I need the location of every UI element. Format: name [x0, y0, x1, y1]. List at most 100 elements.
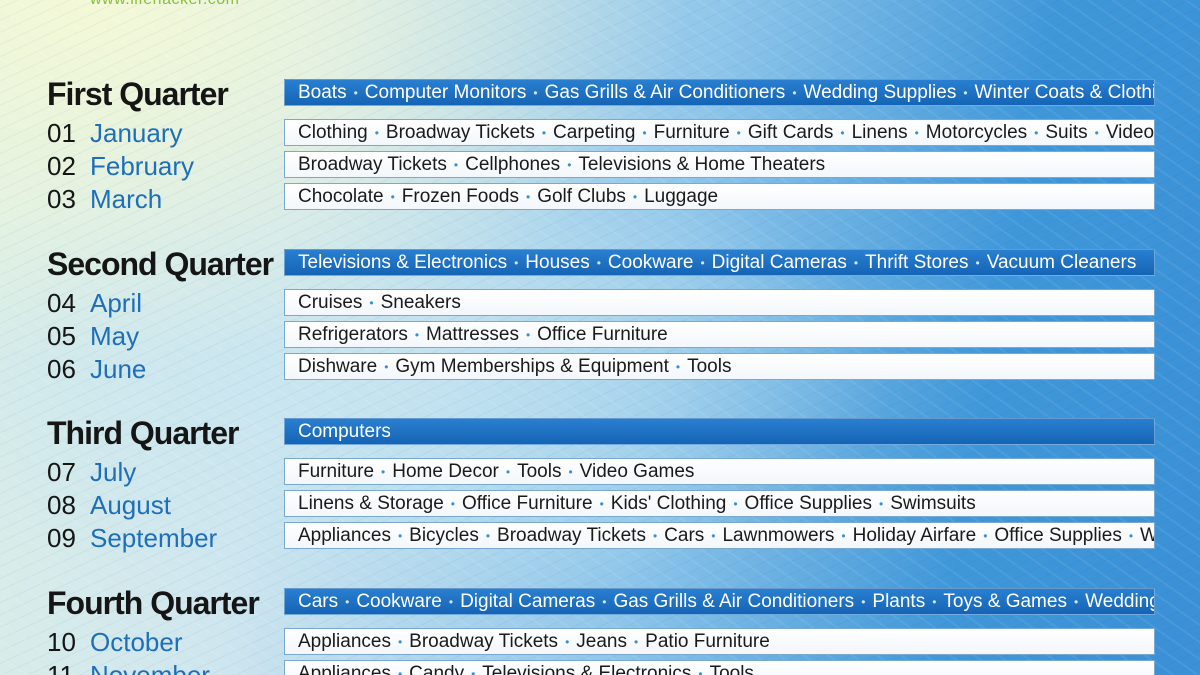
bullet-separator: • — [914, 125, 919, 140]
category-item: Patio Furniture — [645, 630, 770, 652]
bullet-separator: • — [853, 255, 859, 270]
month-items-row: Refrigerators • Mattresses • Office Furnitur… — [284, 321, 1155, 348]
bullet-separator: • — [599, 496, 604, 511]
month-label: 03 March — [47, 183, 162, 216]
month-number: 09 — [47, 523, 76, 553]
bullet-separator: • — [485, 528, 491, 543]
bullet-separator: • — [963, 85, 968, 100]
quarter-title: First Quarter — [47, 76, 229, 112]
category-item: Toys & Games — [943, 590, 1067, 612]
site-credit: www.lifehacker.com — [90, 0, 240, 9]
month-items-row: Furniture • Home Decor • Tools • Video Games — [284, 458, 1155, 485]
category-item: Office Supplies — [744, 492, 872, 514]
month-name: November — [90, 660, 210, 675]
category-item: Televisions & Electronics — [298, 251, 508, 273]
category-item: Candy — [409, 662, 465, 675]
month-label: 08 August — [47, 489, 171, 522]
category-item: Digital Cameras — [711, 251, 847, 273]
bullet-separator: • — [602, 594, 607, 609]
bullet-separator: • — [450, 496, 455, 511]
bullet-separator: • — [711, 528, 716, 543]
month-name: October — [90, 627, 183, 657]
bullet-separator: • — [567, 157, 572, 172]
month-items-row: Clothing • Broadway Tickets • Carpeting • Furn… — [284, 119, 1155, 146]
month-number: 05 — [47, 321, 76, 351]
bullet-separator: • — [414, 327, 420, 342]
bullet-separator: • — [390, 189, 395, 204]
category-item: Winter Coats & Clothing — [974, 81, 1155, 103]
category-item: Gift Cards — [747, 121, 834, 143]
category-item: Tools — [709, 662, 754, 675]
category-item: Computers — [298, 420, 391, 442]
category-item: Wine — [1140, 525, 1154, 547]
month-number: 03 — [47, 184, 76, 214]
month-items-row: Appliances • Broadway Tickets • Jeans • Patio … — [284, 628, 1155, 655]
month-items-row: Linens & Storage • Office Furniture • Kids' … — [284, 490, 1155, 517]
category-item: Appliances — [298, 662, 391, 675]
category-item: Computer Monitors — [364, 81, 527, 103]
month-name: August — [90, 490, 171, 520]
category-item: Cookware — [356, 590, 442, 612]
bullet-separator: • — [975, 255, 980, 270]
quarter-title: Fourth Quarter — [47, 585, 260, 621]
bullet-separator: • — [526, 189, 531, 204]
bullet-separator: • — [632, 189, 638, 204]
month-number: 10 — [47, 627, 76, 657]
bullet-separator: • — [736, 125, 741, 140]
month-items-row: Appliances • Candy • Televisions & Electroni… — [284, 660, 1155, 675]
bullet-separator: • — [568, 464, 573, 479]
category-item: Suits — [1045, 121, 1088, 143]
bullet-separator: • — [642, 125, 647, 140]
category-item: Vacuum Cleaners — [986, 251, 1137, 273]
category-item: Video Games — [1105, 121, 1155, 143]
month-number: 02 — [47, 151, 76, 181]
bullet-separator: • — [932, 594, 937, 609]
bullet-separator: • — [733, 496, 738, 511]
bullet-separator: • — [381, 464, 386, 479]
month-name: April — [90, 288, 143, 318]
category-item: Wedding Supplies — [803, 81, 957, 103]
category-item: Televisions & Home Theaters — [578, 153, 826, 175]
bullet-separator: • — [596, 255, 601, 270]
category-item: Cookware — [607, 251, 694, 273]
bullet-separator: • — [983, 528, 988, 543]
bullet-separator: • — [1073, 594, 1079, 609]
category-item: Linens — [851, 121, 908, 143]
category-item: Televisions & Electronics — [482, 662, 692, 675]
month-items-row: Cruises • Sneakers — [284, 289, 1155, 316]
category-item: Mattresses — [426, 323, 519, 345]
bullet-separator: • — [374, 125, 379, 140]
quarter-title: Third Quarter — [47, 415, 239, 451]
category-item: Tools — [517, 460, 562, 482]
bullet-separator: • — [448, 594, 454, 609]
category-item: Furniture — [653, 121, 730, 143]
category-item: Appliances — [298, 630, 391, 652]
bullet-separator: • — [861, 594, 866, 609]
category-item: Broadway Tickets — [497, 524, 646, 546]
bullet-separator: • — [505, 464, 511, 479]
category-item: Plants — [872, 590, 926, 612]
bullet-separator: • — [879, 496, 884, 511]
category-item: Office Furniture — [461, 492, 593, 514]
month-label: 01 January — [47, 117, 183, 150]
month-name: June — [90, 354, 147, 384]
category-item: Clothing — [298, 121, 368, 143]
month-label: 06 June — [47, 353, 146, 386]
category-item: Cars — [664, 524, 705, 546]
quarter-header-bar: Cars • Cookware • Digital Cameras • Gas Grills… — [284, 588, 1155, 615]
bullet-separator: • — [353, 85, 358, 100]
bullet-separator: • — [514, 255, 519, 270]
month-number: 11 — [47, 660, 74, 675]
bullet-separator: • — [345, 594, 350, 609]
category-item: Swimsuits — [890, 492, 976, 514]
bullet-separator: • — [698, 666, 703, 675]
month-number: 08 — [47, 490, 76, 520]
month-name: July — [90, 457, 137, 487]
category-item: Kids' Clothing — [610, 492, 727, 514]
category-item: Sneakers — [380, 291, 461, 313]
category-item: Wedding Supplies — [1085, 590, 1155, 612]
category-item: Home Decor — [392, 460, 499, 482]
category-item: Frozen Foods — [401, 185, 519, 207]
bullet-separator: • — [525, 327, 531, 342]
month-number: 04 — [47, 288, 76, 318]
